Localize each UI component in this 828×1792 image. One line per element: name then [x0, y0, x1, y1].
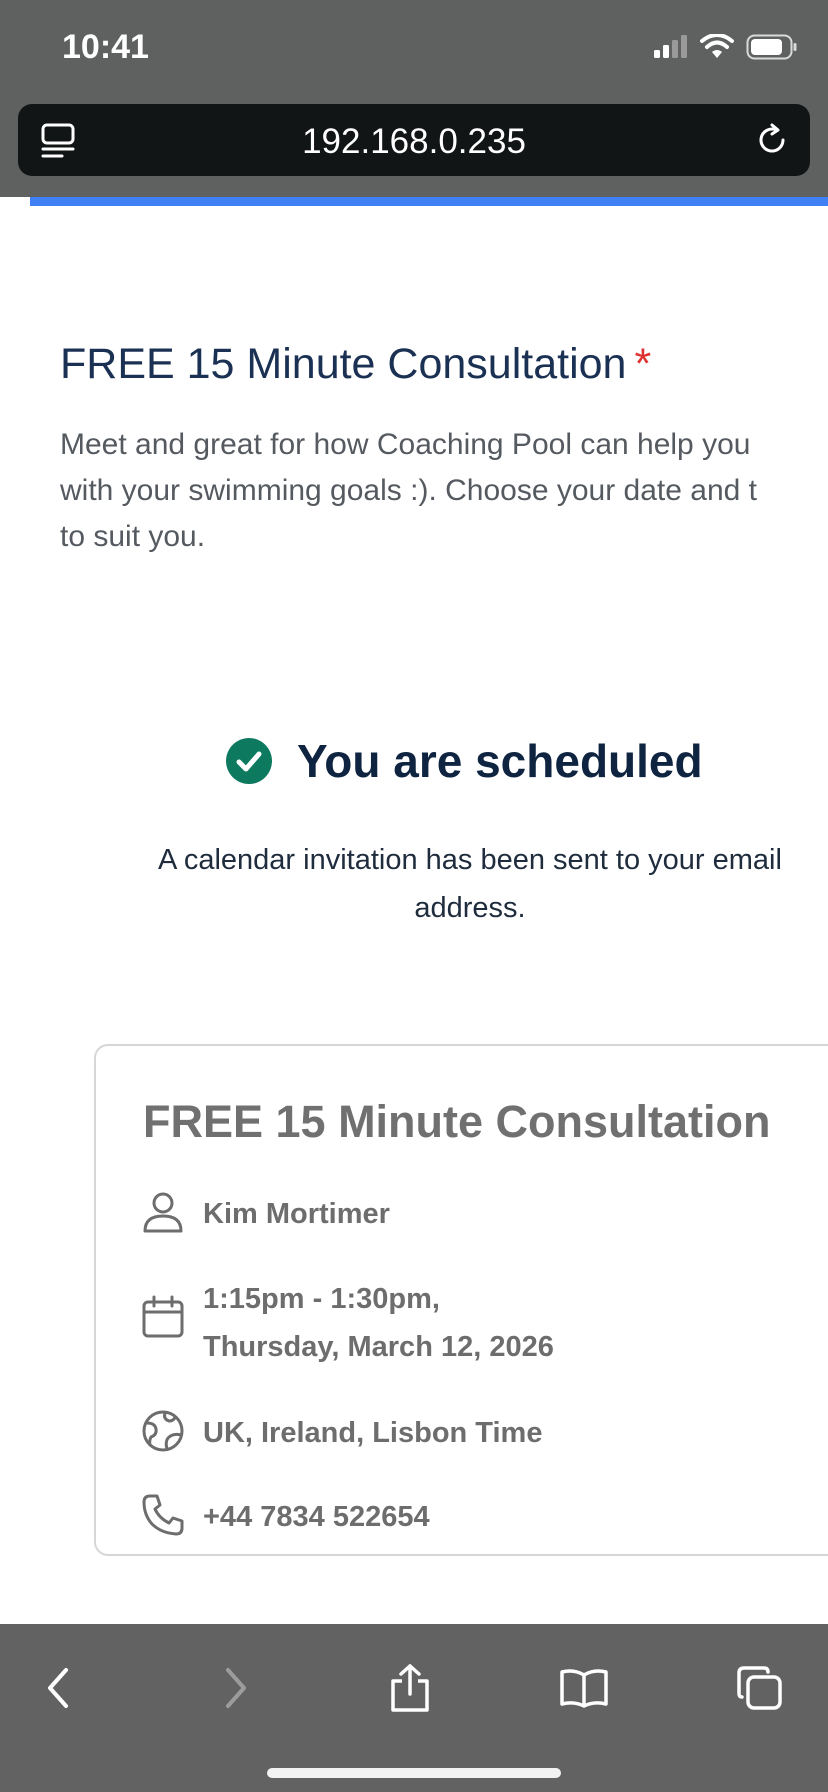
book-icon — [560, 1669, 608, 1708]
browser-toolbar — [0, 1624, 828, 1792]
tabs-button[interactable] — [730, 1658, 790, 1718]
event-details-card: FREE 15 Minute Consultation Kim Mortimer… — [94, 1044, 828, 1556]
chevron-right-icon — [226, 1668, 246, 1708]
address-bar[interactable]: 192.168.0.235 — [18, 104, 810, 176]
home-indicator[interactable] — [267, 1768, 561, 1778]
battery-icon — [746, 34, 797, 60]
question-title-text: FREE 15 Minute Consultation — [60, 340, 627, 388]
event-time-row: 1:15pm - 1:30pm, Thursday, March 12, 202… — [141, 1275, 554, 1371]
share-button[interactable] — [380, 1658, 440, 1718]
confirmation-heading: You are scheduled — [297, 735, 703, 787]
event-datetime: 1:15pm - 1:30pm, Thursday, March 12, 202… — [203, 1275, 554, 1371]
phone-icon — [142, 1494, 184, 1536]
question-title: FREE 15 Minute Consultation * — [60, 340, 651, 389]
bookmarks-button[interactable] — [554, 1658, 614, 1718]
cellular-signal-icon — [654, 35, 687, 58]
wifi-icon — [700, 34, 734, 58]
status-time: 10:41 — [62, 28, 149, 66]
confirmation-subtext: A calendar invitation has been sent to y… — [158, 844, 782, 924]
check-circle-icon — [226, 738, 272, 784]
chevron-left-icon — [48, 1668, 68, 1708]
calendar-icon — [142, 1295, 184, 1338]
event-phone-row: +44 7834 522654 — [141, 1493, 430, 1541]
event-host-row: Kim Mortimer — [141, 1190, 390, 1238]
event-date: Thursday, March 12, 2026 — [203, 1331, 554, 1363]
page-progress-bar — [30, 197, 828, 206]
browser-chrome: 10:41 192.168.0.235 — [0, 0, 828, 197]
url-text[interactable]: 192.168.0.235 — [18, 122, 810, 162]
tabs-icon — [737, 1666, 782, 1710]
event-timezone: UK, Ireland, Lisbon Time — [203, 1417, 543, 1449]
share-icon — [391, 1664, 429, 1712]
required-marker: * — [634, 340, 652, 388]
confirmation-header: You are scheduled — [225, 734, 703, 788]
page-content: FREE 15 Minute Consultation * Meet and gr… — [0, 206, 828, 1624]
status-icons — [652, 34, 798, 60]
event-title: FREE 15 Minute Consultation — [143, 1096, 771, 1147]
reload-icon[interactable] — [754, 122, 790, 163]
event-host: Kim Mortimer — [203, 1198, 390, 1230]
person-icon — [143, 1192, 183, 1233]
globe-icon — [142, 1410, 184, 1452]
question-description: Meet and great for how Coaching Pool can… — [60, 428, 757, 553]
event-timezone-row: UK, Ireland, Lisbon Time — [141, 1409, 542, 1457]
forward-button[interactable] — [206, 1658, 266, 1718]
event-phone: +44 7834 522654 — [203, 1501, 430, 1533]
back-button[interactable] — [28, 1658, 88, 1718]
event-time-range: 1:15pm - 1:30pm, — [203, 1283, 440, 1315]
